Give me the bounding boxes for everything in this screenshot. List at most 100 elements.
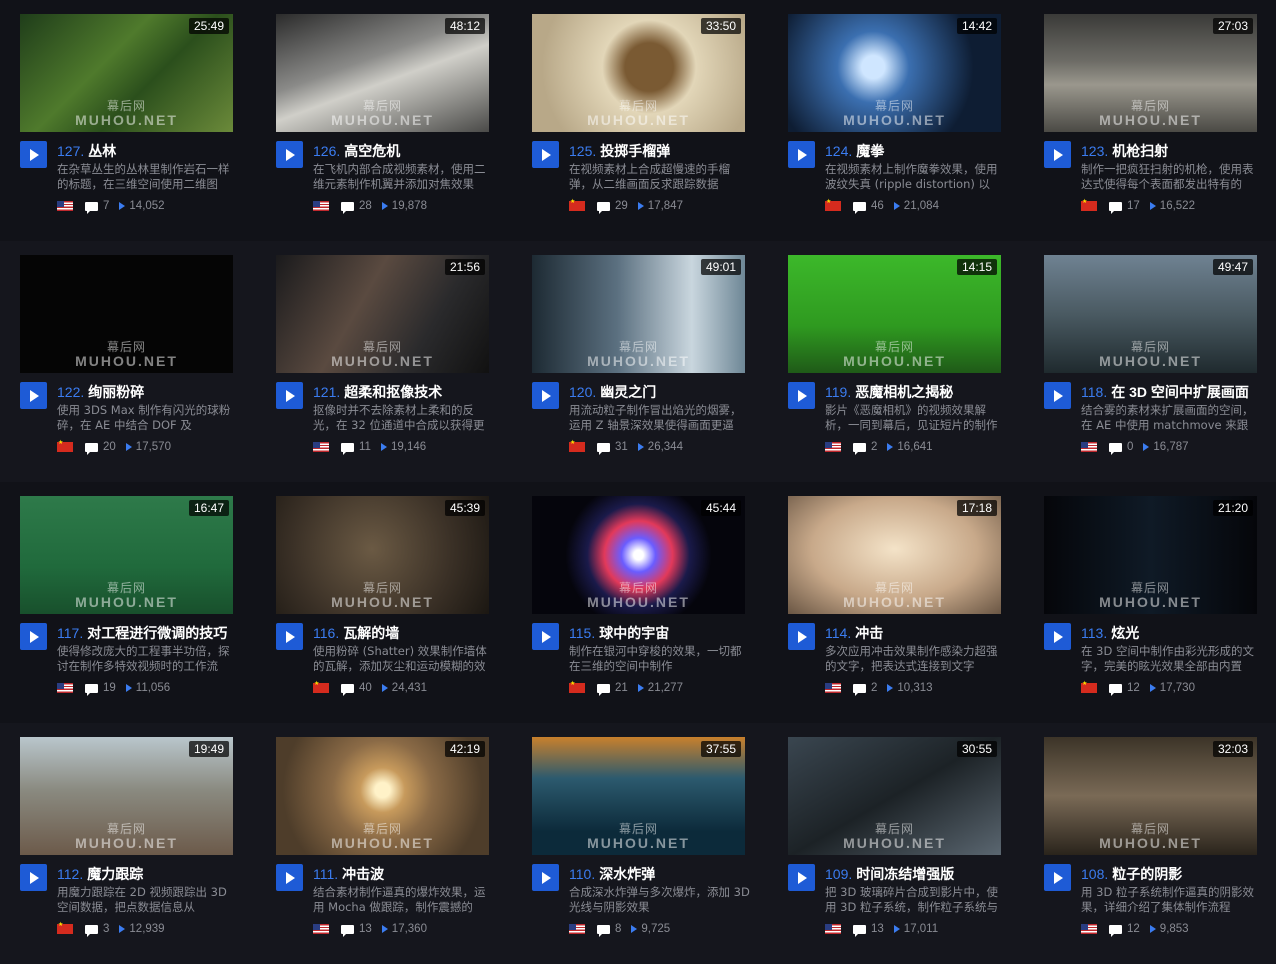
video-thumbnail[interactable]: 14:42 幕后网 MUHOU.NET xyxy=(788,14,1001,132)
video-thumbnail[interactable]: 49:01 幕后网 MUHOU.NET xyxy=(532,255,745,373)
video-title[interactable]: 121. 超柔和抠像技术 xyxy=(313,382,495,402)
video-thumbnail[interactable]: 14:15 幕后网 MUHOU.NET xyxy=(788,255,1001,373)
play-icon[interactable] xyxy=(1044,623,1071,650)
video-thumbnail[interactable]: 27:03 幕后网 MUHOU.NET xyxy=(1044,14,1257,132)
video-title[interactable]: 109. 时间冻结增强版 xyxy=(825,864,1007,884)
video-thumbnail[interactable]: 32:03 幕后网 MUHOU.NET xyxy=(1044,737,1257,855)
video-number: 114. xyxy=(825,625,852,641)
play-icon[interactable] xyxy=(788,382,815,409)
video-card[interactable]: 19:49 幕后网 MUHOU.NET 112. 魔力跟踪 用魔力跟踪在 2D 视频跟踪出… xyxy=(0,723,240,953)
video-number: 127. xyxy=(57,143,85,159)
video-meta: 28 19,878 xyxy=(313,199,495,214)
video-thumbnail[interactable]: 42:19 幕后网 MUHOU.NET xyxy=(276,737,489,855)
play-icon[interactable] xyxy=(20,141,47,168)
comment-icon xyxy=(597,201,610,214)
video-card[interactable]: 42:19 幕后网 MUHOU.NET 111. 冲击波 结合素材制作逼真的爆炸效果，运用… xyxy=(256,723,496,953)
video-title[interactable]: 113. 炫光 xyxy=(1081,623,1263,643)
us-flag-icon xyxy=(1081,442,1097,452)
comment-count: 29 xyxy=(615,200,628,212)
video-thumbnail[interactable]: 25:49 幕后网 MUHOU.NET xyxy=(20,14,233,132)
video-title[interactable]: 114. 冲击 xyxy=(825,623,1007,643)
video-title[interactable]: 117. 对工程进行微调的技巧 xyxy=(57,623,239,643)
play-icon[interactable] xyxy=(20,864,47,891)
video-card[interactable]: 45:39 幕后网 MUHOU.NET 116. 瓦解的墙 使用粉碎 (Shatter) … xyxy=(256,482,496,712)
video-title[interactable]: 126. 高空危机 xyxy=(313,141,495,161)
video-thumbnail[interactable]: 17:18 幕后网 MUHOU.NET xyxy=(788,496,1001,614)
duration-badge: 16:47 xyxy=(188,500,229,516)
video-title[interactable]: 110. 深水炸弹 xyxy=(569,864,751,884)
video-card[interactable]: 30:55 幕后网 MUHOU.NET 109. 时间冻结增强版把 3D 玻璃碎片合成到… xyxy=(768,723,1008,953)
video-thumbnail[interactable]: 45:44 幕后网 MUHOU.NET xyxy=(532,496,745,614)
play-icon[interactable] xyxy=(788,623,815,650)
video-card[interactable]: 27:03 幕后网 MUHOU.NET 123. 机枪扫射 制作一把疯狂扫射的机枪，使用表… xyxy=(1024,0,1264,230)
comment-count: 19 xyxy=(103,682,116,694)
video-card[interactable]: 幕后网 MUHOU.NET 122. 绚丽粉碎 使用 3DS Max 制作有闪光的球粉碎… xyxy=(0,241,240,471)
video-title[interactable]: 108. 粒子的阴影 xyxy=(1081,864,1263,884)
video-description: 在视频素材上合成超慢速的手榴弹，从二维画面反求跟踪数据 xyxy=(569,162,730,191)
video-thumbnail[interactable]: 37:55 幕后网 MUHOU.NET xyxy=(532,737,745,855)
video-thumbnail[interactable]: 幕后网 MUHOU.NET xyxy=(20,255,233,373)
play-icon[interactable] xyxy=(20,382,47,409)
video-card[interactable]: 14:15 幕后网 MUHOU.NET 119. 恶魔相机之揭秘 影片《恶魔相机》的视频效… xyxy=(768,241,1008,471)
video-title[interactable]: 115. 球中的宇宙 xyxy=(569,623,751,643)
video-card[interactable]: 49:47 幕后网 MUHOU.NET 118. 在 3D 空间中扩展画面 结合雾的素材来… xyxy=(1024,241,1264,471)
video-thumbnail[interactable]: 19:49 幕后网 MUHOU.NET xyxy=(20,737,233,855)
video-card[interactable]: 21:20 幕后网 MUHOU.NET 113. 炫光在 3D 空间中制作由彩光形成的文… xyxy=(1024,482,1264,712)
video-card[interactable]: 37:55 幕后网 MUHOU.NET 110. 深水炸弹 合成深水炸弹与多次爆炸，添加 … xyxy=(512,723,752,953)
play-icon[interactable] xyxy=(276,864,303,891)
video-title-text: 炫光 xyxy=(1111,625,1140,641)
play-icon[interactable] xyxy=(532,141,559,168)
video-title[interactable]: 127. 丛林 xyxy=(57,141,239,161)
video-card[interactable]: 49:01 幕后网 MUHOU.NET 120. 幽灵之门 用流动粒子制作冒出焰光的烟雾，… xyxy=(512,241,752,471)
video-title[interactable]: 112. 魔力跟踪 xyxy=(57,864,239,884)
video-number: 122. xyxy=(57,384,85,400)
play-icon[interactable] xyxy=(276,382,303,409)
video-title[interactable]: 119. 恶魔相机之揭秘 xyxy=(825,382,1007,402)
video-meta: 2 16,641 xyxy=(825,440,1007,455)
watermark: 幕后网 MUHOU.NET xyxy=(587,821,690,851)
video-thumbnail[interactable]: 45:39 幕后网 MUHOU.NET xyxy=(276,496,489,614)
play-icon[interactable] xyxy=(532,382,559,409)
play-icon[interactable] xyxy=(20,623,47,650)
play-icon[interactable] xyxy=(1044,864,1071,891)
video-card[interactable]: 32:03 幕后网 MUHOU.NET 108. 粒子的阴影用 3D 粒子系统制作逼真的… xyxy=(1024,723,1264,953)
video-thumbnail[interactable]: 48:12 幕后网 MUHOU.NET xyxy=(276,14,489,132)
video-title-text: 绚丽粉碎 xyxy=(88,384,145,400)
video-title[interactable]: 111. 冲击波 xyxy=(313,864,495,884)
video-title[interactable]: 116. 瓦解的墙 xyxy=(313,623,495,643)
video-card[interactable]: 25:49 幕后网 MUHOU.NET 127. 丛林 在杂草丛生的丛林里制作岩石一样的标… xyxy=(0,0,240,230)
video-title[interactable]: 123. 机枪扫射 xyxy=(1081,141,1263,161)
play-icon[interactable] xyxy=(276,623,303,650)
video-title[interactable]: 118. 在 3D 空间中扩展画面 xyxy=(1081,382,1263,402)
video-thumbnail[interactable]: 16:47 幕后网 MUHOU.NET xyxy=(20,496,233,614)
video-card[interactable]: 33:50 幕后网 MUHOU.NET 125. 投掷手榴弹 在视频素材上合成超慢速的手榴… xyxy=(512,0,752,230)
video-thumbnail[interactable]: 33:50 幕后网 MUHOU.NET xyxy=(532,14,745,132)
play-icon[interactable] xyxy=(276,141,303,168)
video-thumbnail[interactable]: 21:56 幕后网 MUHOU.NET xyxy=(276,255,489,373)
video-card[interactable]: 16:47 幕后网 MUHOU.NET 117. 对工程进行微调的技巧 使得修改庞大的工程… xyxy=(0,482,240,712)
play-icon[interactable] xyxy=(532,623,559,650)
play-icon[interactable] xyxy=(1044,382,1071,409)
duration-badge: 25:49 xyxy=(188,18,229,34)
video-thumbnail[interactable]: 30:55 幕后网 MUHOU.NET xyxy=(788,737,1001,855)
video-title-text: 幽灵之门 xyxy=(600,384,657,400)
play-icon[interactable] xyxy=(1044,141,1071,168)
comment-count: 3 xyxy=(103,923,110,935)
video-card[interactable]: 14:42 幕后网 MUHOU.NET 124. 魔拳 在视频素材上制作魔拳效果，使用波纹… xyxy=(768,0,1008,230)
watermark: 幕后网 MUHOU.NET xyxy=(1099,580,1202,610)
video-card[interactable]: 45:44 幕后网 MUHOU.NET 115. 球中的宇宙 制作在银河中穿梭的效果，一切… xyxy=(512,482,752,712)
video-card[interactable]: 21:56 幕后网 MUHOU.NET 121. 超柔和抠像技术 抠像时并不去除素材上柔和… xyxy=(256,241,496,471)
video-title[interactable]: 122. 绚丽粉碎 xyxy=(57,382,239,402)
video-title[interactable]: 125. 投掷手榴弹 xyxy=(569,141,751,161)
video-card[interactable]: 48:12 幕后网 MUHOU.NET 126. 高空危机 在飞机内部合成视频素材，使用二… xyxy=(256,0,496,230)
video-thumbnail[interactable]: 21:20 幕后网 MUHOU.NET xyxy=(1044,496,1257,614)
video-title[interactable]: 124. 魔拳 xyxy=(825,141,1007,161)
play-icon[interactable] xyxy=(788,864,815,891)
video-card[interactable]: 17:18 幕后网 MUHOU.NET 114. 冲击 多次应用冲击效果制作感染力超强的文… xyxy=(768,482,1008,712)
video-meta: 7 14,052 xyxy=(57,199,239,214)
views-icon xyxy=(893,925,900,933)
video-title[interactable]: 120. 幽灵之门 xyxy=(569,382,751,402)
video-thumbnail[interactable]: 49:47 幕后网 MUHOU.NET xyxy=(1044,255,1257,373)
play-icon[interactable] xyxy=(788,141,815,168)
play-icon[interactable] xyxy=(532,864,559,891)
